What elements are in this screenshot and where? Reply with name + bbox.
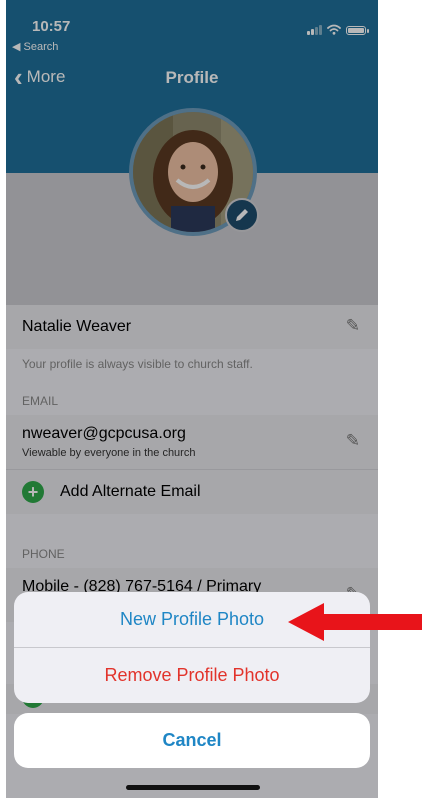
phone-screen: 10:57 ◀ Search ‹ More Profile Natalie We… (6, 0, 378, 798)
red-arrow-icon (288, 603, 422, 641)
cancel-sheet: Cancel (14, 713, 370, 768)
remove-profile-photo-button[interactable]: Remove Profile Photo (14, 648, 370, 703)
home-indicator (126, 785, 260, 790)
cancel-button[interactable]: Cancel (14, 713, 370, 768)
